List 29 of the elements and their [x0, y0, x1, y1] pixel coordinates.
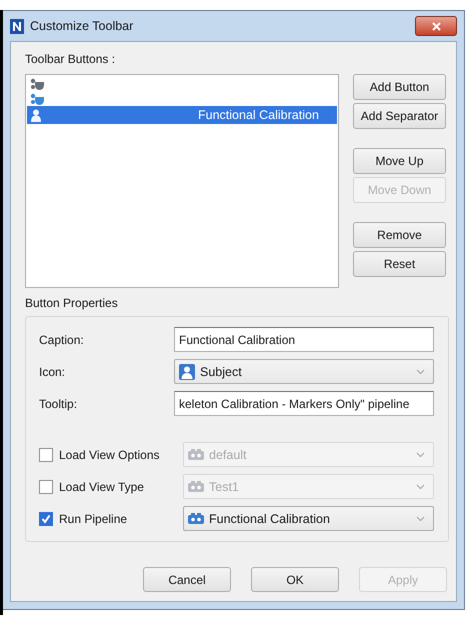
camera-group-icon [188, 513, 204, 524]
side-button[interactable]: Reset [353, 251, 446, 277]
text-field[interactable]: Functional Calibration [174, 327, 434, 352]
person-icon [30, 108, 42, 122]
list-item[interactable]: Functional Calibration [27, 106, 337, 124]
close-button[interactable] [415, 16, 457, 36]
close-icon [432, 22, 440, 30]
checkbox-label: Load View Type [59, 480, 144, 494]
side-button[interactable]: Add Separator [353, 103, 446, 129]
camera-group-icon [188, 449, 204, 460]
checkbox-label: Run Pipeline [59, 512, 128, 526]
window-title: Customize Toolbar [30, 19, 134, 33]
field-label: Caption: [39, 332, 85, 346]
camera-group-icon [188, 481, 204, 492]
icon-dropdown[interactable]: Subject [174, 359, 434, 384]
checkbox[interactable] [39, 512, 53, 526]
section-label: Toolbar Buttons : [25, 52, 116, 66]
side-button[interactable]: Move Up [353, 148, 446, 174]
person-icon [179, 364, 195, 380]
dialog-button[interactable]: Cancel [143, 567, 231, 592]
checkbox-label: Load View Options [59, 448, 160, 462]
dialog-button[interactable]: OK [251, 567, 339, 592]
field-label: Tooltip: [39, 396, 78, 410]
dropdown[interactable]: Functional Calibration [183, 506, 434, 531]
side-button[interactable]: Remove [353, 222, 446, 248]
side-button[interactable]: Add Button [353, 74, 446, 100]
text-field[interactable]: keleton Calibration - Markers Only" pipeline [174, 391, 434, 416]
section-label: Button Properties [25, 296, 119, 310]
field-label: Icon: [39, 364, 66, 378]
